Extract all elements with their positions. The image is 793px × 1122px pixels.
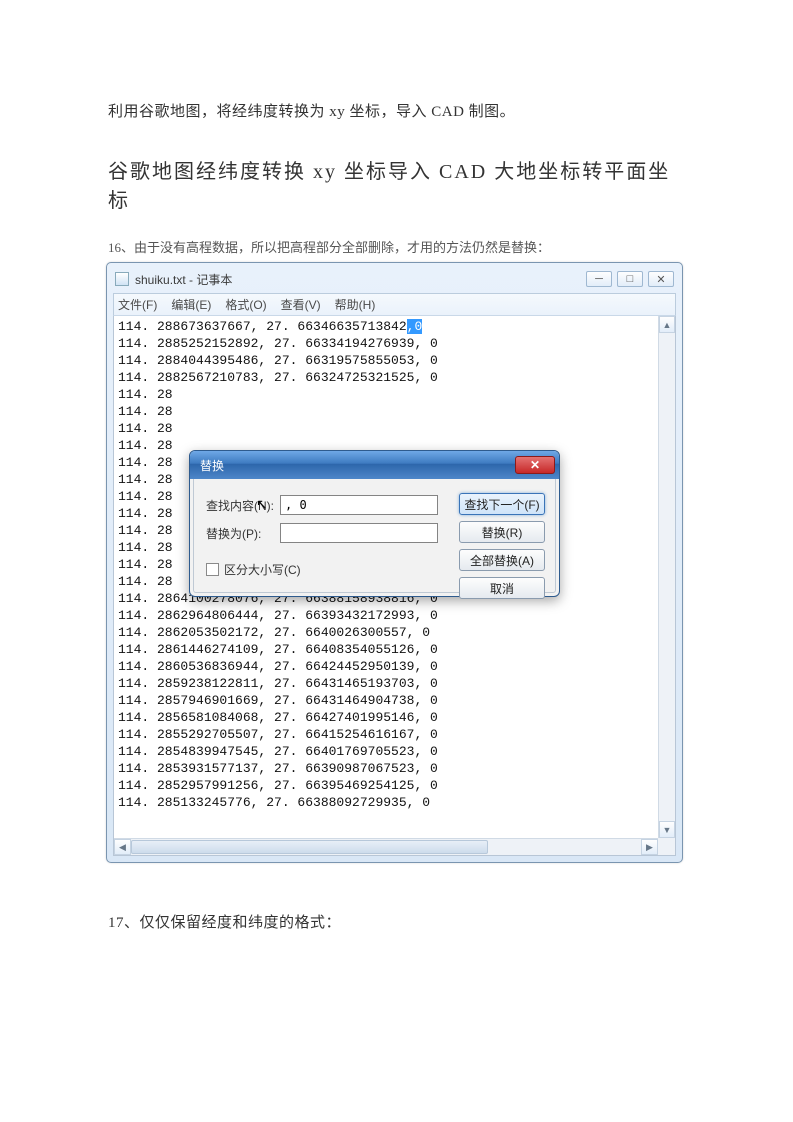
screenshot-container: shuiku.txt - 记事本 ─ □ ✕ 文件(F) 编辑(E) 格式(O)… [106,262,683,863]
match-case-label: 区分大小写(C) [224,561,301,578]
scroll-up-icon[interactable]: ▲ [659,316,675,333]
cancel-button[interactable]: 取消 [459,577,545,599]
maximize-button[interactable]: □ [617,271,643,287]
selected-text: ,0 [407,319,423,334]
menu-view[interactable]: 查看(V) [281,296,321,313]
scroll-right-icon[interactable]: ▶ [641,839,658,855]
menu-edit[interactable]: 编辑(E) [171,296,211,313]
replace-button[interactable]: 替换(R) [459,521,545,543]
notepad-menubar: 文件(F) 编辑(E) 格式(O) 查看(V) 帮助(H) [113,293,676,316]
vertical-scrollbar[interactable]: ▲ ▼ [658,316,675,838]
minimize-button[interactable]: ─ [586,271,612,287]
dialog-titlebar[interactable]: 替换 ✕ [190,451,559,479]
replace-all-button[interactable]: 全部替换(A) [459,549,545,571]
scroll-corner [658,838,675,855]
notepad-app-icon [115,272,129,286]
intro-paragraph: 利用谷歌地图，将经纬度转换为 xy 坐标，导入 CAD 制图。 [108,100,685,121]
horizontal-scrollbar[interactable]: ◀ ▶ [114,838,658,855]
find-label: 查找内容(N): [206,497,280,514]
dialog-close-button[interactable]: ✕ [515,456,555,474]
scroll-track[interactable] [131,839,641,855]
find-next-button[interactable]: 查找下一个(F) [459,493,545,515]
notepad-window: shuiku.txt - 记事本 ─ □ ✕ 文件(F) 编辑(E) 格式(O)… [106,262,683,863]
notepad-titlebar: shuiku.txt - 记事本 ─ □ ✕ [113,269,676,293]
replace-label: 替换为(P): [206,525,280,542]
scroll-left-icon[interactable]: ◀ [114,839,131,855]
dialog-title: 替换 [200,457,515,474]
step-16-text: 16、由于没有高程数据，所以把高程部分全部删除，才用的方法仍然是替换： [108,237,685,256]
replace-dialog: 替换 ✕ 查找内容(N): ↖ 替换为(P): [189,450,560,597]
menu-format[interactable]: 格式(O) [225,296,266,313]
close-button[interactable]: ✕ [648,271,674,287]
find-input[interactable] [280,495,438,515]
page-title: 谷歌地图经纬度转换 xy 坐标导入 CAD 大地坐标转平面坐标 [108,155,685,213]
step-17-text: 17、仅仅保留经度和纬度的格式： [108,911,685,932]
menu-file[interactable]: 文件(F) [118,296,157,313]
replace-input[interactable] [280,523,438,543]
notepad-client-area: 114. 288673637667, 27. 66346635713842,0 … [113,316,676,856]
menu-help[interactable]: 帮助(H) [335,296,376,313]
dialog-body: 查找内容(N): ↖ 替换为(P): 区分大小写(C) [193,479,556,593]
scroll-down-icon[interactable]: ▼ [659,821,675,838]
notepad-title: shuiku.txt - 记事本 [135,271,586,288]
scroll-thumb[interactable] [131,840,488,854]
match-case-checkbox[interactable] [206,563,219,576]
